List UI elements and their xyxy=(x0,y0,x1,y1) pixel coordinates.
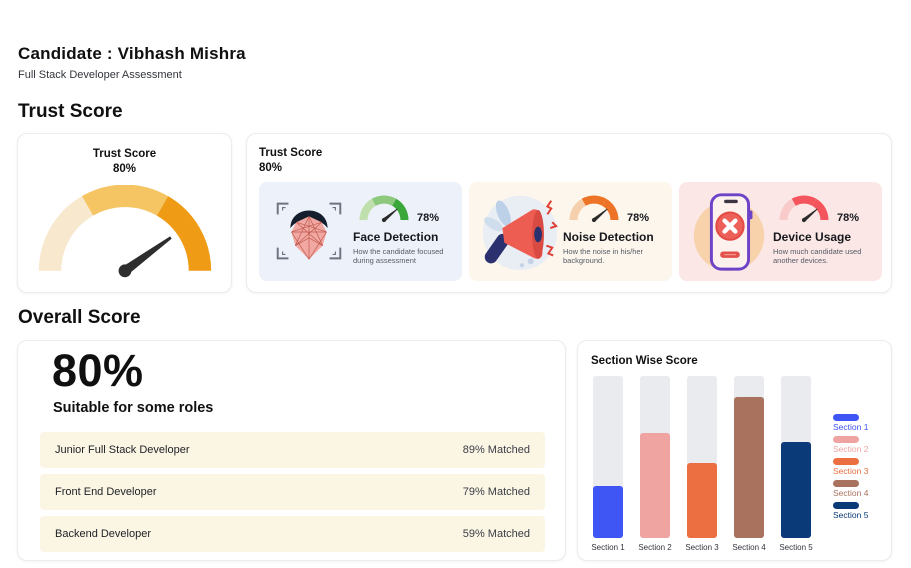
legend-item-section-3[interactable]: Section 3 xyxy=(833,458,868,476)
gauge-needle xyxy=(591,207,609,223)
device-usage-card: 78% Device Usage How much candidate used… xyxy=(679,182,882,281)
face-detection-title: Face Detection xyxy=(353,230,458,244)
chart-legend: Section 1 Section 2 Section 3 Section 4 … xyxy=(833,414,868,520)
face-detection-card: 78% Face Detection How the candidate foc… xyxy=(259,182,462,281)
legend-item-section-4[interactable]: Section 4 xyxy=(833,480,868,498)
trust-panel-title: Trust Score xyxy=(259,146,322,161)
legend-item-section-5[interactable]: Section 5 xyxy=(833,502,868,520)
role-match: 59% Matched xyxy=(463,528,530,540)
megaphone-illustration xyxy=(475,187,563,275)
bar-label: Section 1 xyxy=(591,543,624,552)
bar-chart: Section 1 Section 2 Section 3 Section 4 … xyxy=(593,376,811,552)
gauge-needle xyxy=(381,207,399,223)
gauge-segment-mid xyxy=(87,196,162,206)
noise-detection-value: 78% xyxy=(627,212,649,224)
role-match: 89% Matched xyxy=(463,444,530,456)
legend-label: Section 4 xyxy=(833,488,868,498)
role-name: Junior Full Stack Developer xyxy=(55,444,190,456)
face-detection-gauge xyxy=(353,188,415,226)
bar-section-5: Section 5 xyxy=(781,376,811,552)
overall-score-heading: Overall Score xyxy=(18,307,141,329)
gauge-segment-low xyxy=(50,206,87,271)
bar-fill xyxy=(593,486,623,538)
bar-section-4: Section 4 xyxy=(734,376,764,552)
bar-label: Section 2 xyxy=(638,543,671,552)
overall-score-verdict: Suitable for some roles xyxy=(53,400,213,416)
role-name: Backend Developer xyxy=(55,528,151,540)
face-detection-description: How the candidate focused during assessm… xyxy=(353,247,449,266)
matched-roles-list: Junior Full Stack Developer 89% Matched … xyxy=(40,432,545,552)
trust-score-heading: Trust Score xyxy=(18,101,123,123)
candidate-assessment-page: Candidate : Vibhash Mishra Full Stack De… xyxy=(0,0,911,568)
noise-detection-card: 78% Noise Detection How the noise in his… xyxy=(469,182,672,281)
noise-detection-gauge xyxy=(563,188,625,226)
face-scan-illustration xyxy=(265,187,353,275)
noise-detection-title: Noise Detection xyxy=(563,230,668,244)
overall-score-value: 80% xyxy=(52,345,144,397)
section-wise-score-card: Section Wise Score Section 1 Section 2 S… xyxy=(577,340,892,561)
bar-section-1: Section 1 xyxy=(593,376,623,552)
phone-blocked-illustration xyxy=(685,187,773,275)
page-title: Candidate : Vibhash Mishra xyxy=(18,44,246,64)
bar-fill xyxy=(640,433,670,538)
trust-score-panel: Trust Score 80% xyxy=(246,133,892,293)
bar-label: Section 5 xyxy=(779,543,812,552)
legend-swatch xyxy=(833,458,859,465)
role-match: 79% Matched xyxy=(463,486,530,498)
bar-section-3: Section 3 xyxy=(687,376,717,552)
chart-title: Section Wise Score xyxy=(591,355,698,367)
role-row: Junior Full Stack Developer 89% Matched xyxy=(40,432,545,468)
device-usage-value: 78% xyxy=(837,212,859,224)
legend-label: Section 2 xyxy=(833,444,868,454)
bar-fill xyxy=(734,397,764,538)
trust-gauge-value: 80% xyxy=(18,162,231,177)
device-usage-title: Device Usage xyxy=(773,230,878,244)
bar-fill xyxy=(781,442,811,538)
bar-label: Section 4 xyxy=(732,543,765,552)
legend-item-section-1[interactable]: Section 1 xyxy=(833,414,868,432)
bar-section-2: Section 2 xyxy=(640,376,670,552)
bar-fill xyxy=(687,463,717,538)
legend-swatch xyxy=(833,502,859,509)
trust-panel-value: 80% xyxy=(259,161,322,176)
legend-item-section-2[interactable]: Section 2 xyxy=(833,436,868,454)
bar-label: Section 3 xyxy=(685,543,718,552)
legend-label: Section 3 xyxy=(833,466,868,476)
device-usage-description: How much candidate used another devices. xyxy=(773,247,869,266)
face-detection-value: 78% xyxy=(417,212,439,224)
trust-gauge-title: Trust Score xyxy=(18,147,231,162)
noise-detection-description: How the noise in his/her background. xyxy=(563,247,659,266)
legend-swatch xyxy=(833,480,859,487)
device-usage-gauge xyxy=(773,188,835,226)
trust-score-gauge-card: Trust Score 80% xyxy=(17,133,232,293)
gauge-needle xyxy=(801,207,819,223)
role-row: Backend Developer 59% Matched xyxy=(40,516,545,552)
page-subtitle: Full Stack Developer Assessment xyxy=(18,69,182,81)
overall-score-card: 80% Suitable for some roles Junior Full … xyxy=(17,340,566,561)
role-row: Front End Developer 79% Matched xyxy=(40,474,545,510)
legend-swatch xyxy=(833,414,859,421)
legend-label: Section 5 xyxy=(833,510,868,520)
role-name: Front End Developer xyxy=(55,486,157,498)
gauge-needle xyxy=(116,232,175,280)
legend-swatch xyxy=(833,436,859,443)
legend-label: Section 1 xyxy=(833,422,868,432)
trust-score-gauge xyxy=(34,185,216,287)
